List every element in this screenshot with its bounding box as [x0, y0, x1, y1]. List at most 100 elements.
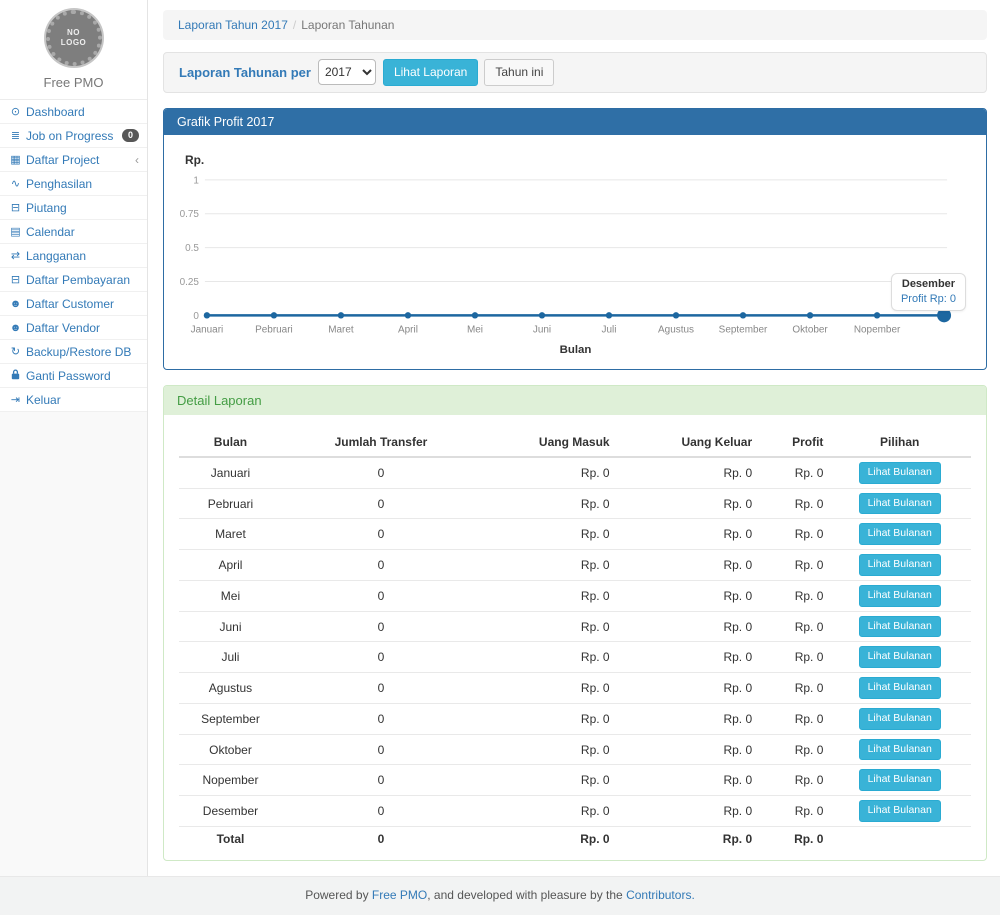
breadcrumb-link-laporan-tahun[interactable]: Laporan Tahun 2017 — [178, 18, 288, 32]
page-footer: Powered by Free PMO, and developed with … — [0, 876, 1000, 915]
breadcrumb: Laporan Tahun 2017/Laporan Tahunan — [163, 10, 987, 40]
lihat-bulanan-button[interactable]: Lihat Bulanan — [859, 616, 941, 638]
sidebar: NO LOGO Free PMO ⊙Dashboard≣Job on Progr… — [0, 0, 148, 876]
cell: Rp. 0 — [615, 488, 758, 519]
svg-text:Juli: Juli — [602, 324, 617, 335]
footer-text-prefix: Powered by — [305, 888, 368, 902]
cell: Rp. 0 — [480, 457, 615, 488]
table-row: Januari0Rp. 0Rp. 0Rp. 0Lihat Bulanan — [179, 457, 971, 488]
sidebar-item-ganti-password[interactable]: Ganti Password — [0, 364, 147, 388]
cell: Rp. 0 — [757, 734, 828, 765]
sidebar-item-label: Calendar — [26, 225, 139, 239]
sidebar-item-daftar-vendor[interactable]: ☻Daftar Vendor — [0, 316, 147, 340]
table-header-row: BulanJumlah TransferUang MasukUang Kelua… — [179, 428, 971, 457]
action-cell: Lihat Bulanan — [828, 488, 971, 519]
data-point — [405, 312, 411, 318]
data-point — [338, 312, 344, 318]
column-header-profit: Profit — [757, 428, 828, 457]
lihat-bulanan-button[interactable]: Lihat Bulanan — [859, 677, 941, 699]
sidebar-item-backup-restore-db[interactable]: ↻Backup/Restore DB — [0, 340, 147, 364]
no-logo-badge: NO LOGO — [46, 10, 102, 66]
cell: Total — [179, 826, 282, 850]
sidebar-item-keluar[interactable]: ⇥Keluar — [0, 388, 147, 412]
dashboard-icon: ⊙ — [7, 105, 24, 118]
svg-text:0: 0 — [193, 311, 199, 322]
brand-block: NO LOGO Free PMO — [0, 0, 147, 99]
cell: Rp. 0 — [480, 550, 615, 581]
action-cell: Lihat Bulanan — [828, 765, 971, 796]
cell: 0 — [282, 611, 480, 642]
svg-text:Pebruari: Pebruari — [255, 324, 293, 335]
profit-chart-panel: Grafik Profit 2017 Rp.00.250.50.751Janua… — [163, 108, 987, 370]
sidebar-item-piutang[interactable]: ⊟Piutang — [0, 196, 147, 220]
detail-panel-title: Detail Laporan — [164, 386, 986, 415]
tahun-ini-button[interactable]: Tahun ini — [484, 59, 554, 86]
money-icon: ⊟ — [7, 273, 24, 286]
sidebar-item-job-on-progress[interactable]: ≣Job on Progress0 — [0, 124, 147, 148]
lihat-bulanan-button[interactable]: Lihat Bulanan — [859, 493, 941, 515]
svg-text:1: 1 — [193, 175, 199, 186]
svg-text:September: September — [719, 324, 768, 335]
cell: Rp. 0 — [615, 457, 758, 488]
lihat-bulanan-button[interactable]: Lihat Bulanan — [859, 585, 941, 607]
sidebar-item-label: Piutang — [26, 201, 139, 215]
sidebar-item-calendar[interactable]: ▤Calendar — [0, 220, 147, 244]
cell: Rp. 0 — [480, 796, 615, 827]
data-point — [807, 312, 813, 318]
cell: Agustus — [179, 673, 282, 704]
cell: 0 — [282, 734, 480, 765]
cell: 0 — [282, 519, 480, 550]
svg-text:Januari: Januari — [191, 324, 224, 335]
year-select[interactable]: 2017 — [318, 59, 376, 85]
cell: Rp. 0 — [757, 642, 828, 673]
column-header-jumlah-transfer: Jumlah Transfer — [282, 428, 480, 457]
sidebar-menu: ⊙Dashboard≣Job on Progress0▦Daftar Proje… — [0, 99, 147, 412]
lihat-bulanan-button[interactable]: Lihat Bulanan — [859, 769, 941, 791]
lihat-bulanan-button[interactable]: Lihat Bulanan — [859, 708, 941, 730]
cell: Rp. 0 — [615, 611, 758, 642]
sidebar-item-dashboard[interactable]: ⊙Dashboard — [0, 100, 147, 124]
footer-link-contributors[interactable]: Contributors. — [626, 888, 695, 902]
cell: Rp. 0 — [480, 734, 615, 765]
lihat-bulanan-button[interactable]: Lihat Bulanan — [859, 523, 941, 545]
cell: Januari — [179, 457, 282, 488]
cell: 0 — [282, 488, 480, 519]
action-cell — [828, 826, 971, 850]
money-icon: ⊟ — [7, 201, 24, 214]
cell: Rp. 0 — [757, 488, 828, 519]
footer-link-free-pmo[interactable]: Free PMO — [372, 888, 427, 902]
sidebar-item-daftar-customer[interactable]: ☻Daftar Customer — [0, 292, 147, 316]
cell: Mei — [179, 580, 282, 611]
cell: Rp. 0 — [757, 796, 828, 827]
column-header-uang-masuk: Uang Masuk — [480, 428, 615, 457]
cell: Oktober — [179, 734, 282, 765]
data-point — [271, 312, 277, 318]
cell: Rp. 0 — [480, 519, 615, 550]
cell: 0 — [282, 826, 480, 850]
cell: Rp. 0 — [480, 826, 615, 850]
cell: Rp. 0 — [615, 765, 758, 796]
cell: Rp. 0 — [757, 457, 828, 488]
table-row: Juli0Rp. 0Rp. 0Rp. 0Lihat Bulanan — [179, 642, 971, 673]
breadcrumb-separator: / — [293, 18, 296, 32]
tooltip-month: Desember — [901, 278, 956, 290]
lihat-bulanan-button[interactable]: Lihat Bulanan — [859, 646, 941, 668]
cell: Rp. 0 — [480, 580, 615, 611]
chart-tooltip: Desember Profit Rp: 0 — [891, 273, 966, 311]
sidebar-item-daftar-project[interactable]: ▦Daftar Project‹ — [0, 148, 147, 172]
sidebar-item-penghasilan[interactable]: ∿Penghasilan — [0, 172, 147, 196]
lihat-laporan-button[interactable]: Lihat Laporan — [383, 59, 478, 86]
cell: Rp. 0 — [615, 673, 758, 704]
chevron-left-icon: ‹ — [135, 153, 139, 167]
data-point — [874, 312, 880, 318]
lihat-bulanan-button[interactable]: Lihat Bulanan — [859, 554, 941, 576]
sidebar-item-daftar-pembayaran[interactable]: ⊟Daftar Pembayaran — [0, 268, 147, 292]
cell: Nopember — [179, 765, 282, 796]
sidebar-item-label: Job on Progress — [26, 129, 122, 143]
main-content: Laporan Tahun 2017/Laporan Tahunan Lapor… — [148, 0, 1000, 876]
sidebar-item-langganan[interactable]: ⇄Langganan — [0, 244, 147, 268]
lihat-bulanan-button[interactable]: Lihat Bulanan — [859, 462, 941, 484]
sidebar-item-label: Daftar Customer — [26, 297, 139, 311]
lihat-bulanan-button[interactable]: Lihat Bulanan — [859, 739, 941, 761]
cell: 0 — [282, 796, 480, 827]
